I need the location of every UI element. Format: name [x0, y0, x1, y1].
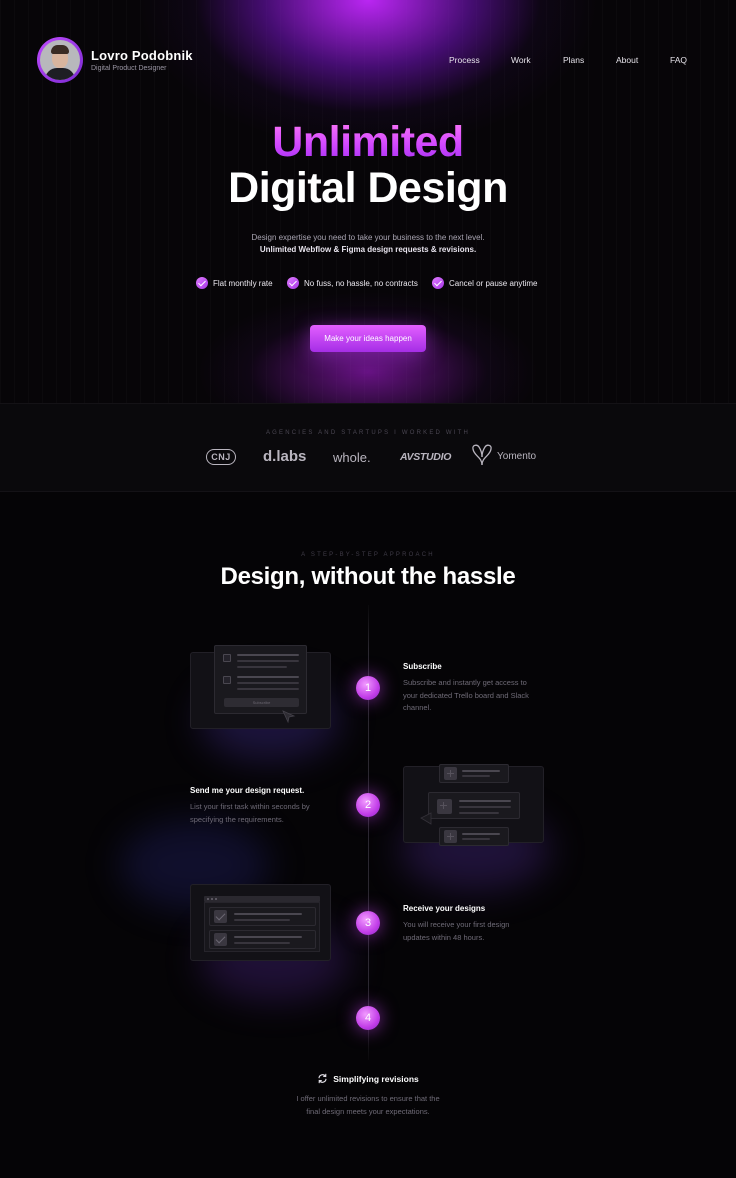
check-circle-icon: [196, 277, 208, 289]
refresh-icon: [318, 1073, 327, 1084]
client-logo-avstudio: AVSTUDIO: [400, 451, 452, 463]
step-description: You will receive your first design updat…: [403, 919, 509, 944]
client-logo-dlabs: d.labs: [263, 448, 307, 465]
text-line: [234, 919, 290, 921]
step-description: Subscribe and instantly get access to yo…: [403, 677, 529, 715]
nav-item-work[interactable]: Work: [511, 55, 531, 65]
clients-label: AGENCIES AND STARTUPS I WORKED WITH: [265, 430, 471, 436]
text-line: [237, 666, 287, 668]
window-body: [204, 902, 320, 952]
design-row: [209, 930, 316, 949]
feature-label: Cancel or pause anytime: [449, 278, 538, 288]
process-eyebrow: A STEP-BY-STEP APPROACH: [301, 552, 435, 558]
avatar[interactable]: [37, 37, 83, 83]
clients-section: AGENCIES AND STARTUPS I WORKED WITH CNJ …: [0, 404, 736, 492]
request-card: [428, 792, 520, 819]
hero-subtitle-strong: Unlimited Webflow & Figma design request…: [259, 245, 477, 254]
avatar-shirt: [45, 68, 75, 80]
cursor-icon: [282, 710, 296, 724]
nav-item-faq[interactable]: FAQ: [670, 55, 687, 65]
step-description-line: Subscribe and instantly get access to: [403, 678, 527, 687]
step-description-line: specifying the requirements.: [190, 814, 284, 824]
step-number-2: 2: [356, 793, 380, 817]
text-line: [234, 942, 290, 944]
avatar-photo: [40, 40, 80, 80]
step-number-3: 3: [356, 911, 380, 935]
client-logo-yomento: Yomento: [497, 451, 537, 462]
headline-accent: Unlimited: [0, 118, 736, 167]
brand-subtitle: Digital Product Designer: [91, 65, 167, 72]
text-line: [459, 800, 511, 802]
hero-section: Lovro Podobnik Digital Product Designer …: [0, 0, 736, 404]
check-icon: [214, 933, 227, 946]
request-card: [439, 827, 509, 846]
designs-illustration: [190, 884, 331, 961]
cta-button[interactable]: Make your ideas happen: [310, 325, 426, 352]
subscribe-illustration-panel: Subscribe: [214, 645, 307, 714]
text-line: [462, 833, 500, 835]
check-icon: [214, 910, 227, 923]
text-line: [237, 654, 299, 656]
cursor-icon: [420, 812, 432, 825]
brand-name[interactable]: Lovro Podobnik: [91, 48, 193, 63]
feature-item: Cancel or pause anytime: [432, 276, 538, 290]
feature-item: Flat monthly rate: [196, 276, 273, 290]
step-description-line: your dedicated Trello board and Slack: [403, 690, 529, 700]
text-line: [234, 936, 302, 938]
step-description-line: channel.: [403, 703, 432, 712]
text-line: [237, 682, 299, 684]
step-title: Send me your design request.: [190, 786, 305, 795]
step-description-line: updates within 48 hours.: [403, 932, 485, 942]
headline-main: Digital Design: [228, 164, 508, 212]
design-row: [209, 907, 316, 926]
timeline-line: [368, 605, 369, 1060]
avatar-hair: [51, 45, 69, 54]
yomento-logo-icon: [472, 444, 492, 466]
step-description: List your first task within seconds by s…: [190, 801, 310, 826]
nav-item-process[interactable]: Process: [449, 55, 480, 65]
step-description-line: List your first task within seconds by: [190, 802, 310, 811]
client-logo-cnj: CNJ: [206, 449, 236, 465]
step-description-line: You will receive your first design: [403, 920, 510, 929]
text-line: [462, 770, 500, 772]
step-description-line: I offer unlimited revisions to ensure th…: [296, 1094, 440, 1103]
client-logo-whole: whole.: [333, 450, 371, 465]
text-line: [234, 913, 302, 915]
feature-label: Flat monthly rate: [213, 278, 273, 288]
add-icon: [437, 799, 452, 814]
check-circle-icon: [432, 277, 444, 289]
request-card: [439, 764, 509, 783]
text-line: [462, 775, 490, 777]
text-line: [237, 688, 299, 690]
step-title: Subscribe: [403, 662, 442, 671]
step-description-line: final design meets your expectations.: [306, 1106, 430, 1116]
revisions-heading: Simplifying revisions: [0, 1073, 736, 1084]
subscribe-illustration-button: Subscribe: [224, 698, 299, 707]
checkbox-icon: [223, 676, 231, 684]
step-title: Simplifying revisions: [333, 1073, 419, 1084]
step-description: I offer unlimited revisions to ensure th…: [0, 1093, 736, 1118]
process-title: Design, without the hassle: [220, 563, 516, 590]
text-line: [459, 812, 499, 814]
nav-item-about[interactable]: About: [616, 55, 638, 65]
checkbox-icon: [223, 654, 231, 662]
check-circle-icon: [287, 277, 299, 289]
feature-label: No fuss, no hassle, no contracts: [304, 278, 418, 288]
feature-item: No fuss, no hassle, no contracts: [287, 276, 418, 290]
text-line: [237, 676, 299, 678]
step-title: Receive your designs: [403, 904, 486, 913]
add-icon: [444, 830, 457, 843]
step-number-4: 4: [356, 1006, 380, 1030]
add-icon: [444, 767, 457, 780]
text-line: [459, 806, 511, 808]
hero-subtitle: Design expertise you need to take your b…: [251, 233, 485, 242]
text-line: [237, 660, 299, 662]
step-number-1: 1: [356, 676, 380, 700]
nav-item-plans[interactable]: Plans: [563, 55, 584, 65]
text-line: [462, 838, 490, 840]
